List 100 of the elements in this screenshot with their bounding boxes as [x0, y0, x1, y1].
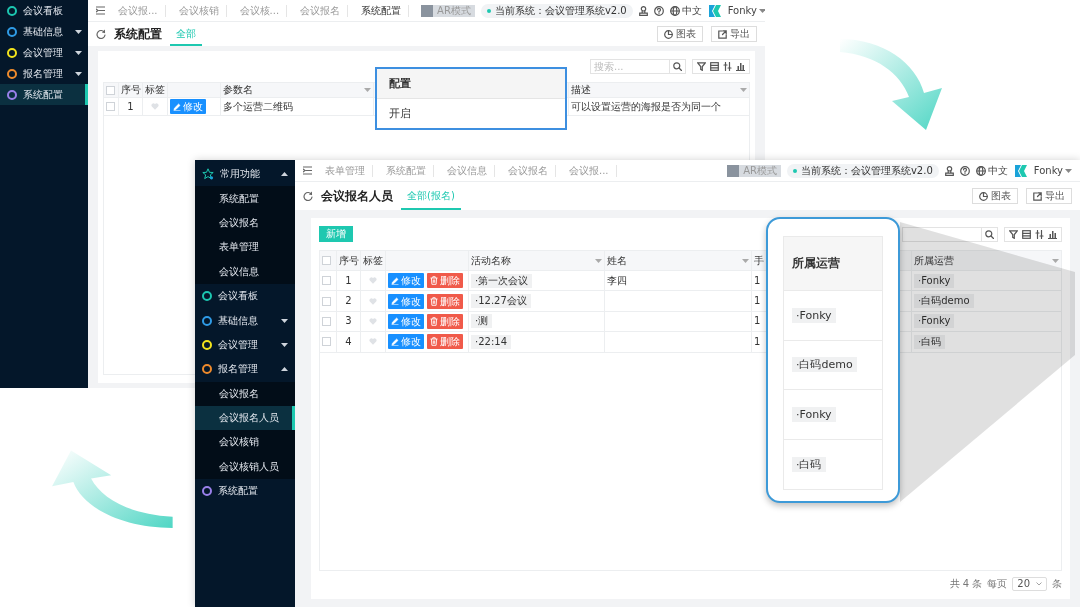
- filter-icon[interactable]: [1009, 229, 1018, 239]
- sidebar-item[interactable]: 系统配置: [195, 186, 295, 211]
- filter-icon[interactable]: [697, 62, 706, 71]
- sidebar-item[interactable]: 会议核销: [195, 430, 295, 455]
- pencil-icon: [391, 337, 399, 346]
- sidebar-item[interactable]: 报名管理: [0, 63, 88, 84]
- sidebar-item[interactable]: 基础信息: [195, 308, 295, 333]
- sidebar-item[interactable]: 会议报名人员: [195, 405, 295, 431]
- table-cell: 多个运营二维码: [223, 100, 293, 113]
- search-field[interactable]: 搜索...: [590, 59, 670, 74]
- sidebar-item[interactable]: 会议管理: [195, 332, 295, 358]
- table-cell: 1: [754, 274, 761, 287]
- pencil-icon: [391, 317, 399, 326]
- export-icon: [718, 29, 727, 39]
- checkbox[interactable]: [322, 296, 331, 306]
- sidebar-item[interactable]: 基础信息: [0, 21, 88, 42]
- page-size-label: 每页: [987, 578, 1008, 590]
- sidebar-item[interactable]: 表单管理: [195, 235, 295, 260]
- table-icon[interactable]: [1022, 229, 1031, 239]
- sliders-icon[interactable]: [723, 62, 732, 71]
- column-header: 活动名称: [471, 254, 511, 267]
- user-menu[interactable]: Fonky: [727, 4, 765, 17]
- export-button[interactable]: 导出: [711, 26, 757, 42]
- logo-icon: [1013, 163, 1028, 178]
- checkbox[interactable]: [322, 276, 331, 286]
- search-icon[interactable]: [673, 62, 682, 71]
- sidebar-item[interactable]: 常用功能: [195, 162, 295, 187]
- sidebar-item[interactable]: 系统配置: [0, 84, 88, 105]
- table-cell: 1: [754, 335, 761, 348]
- checkbox[interactable]: [322, 256, 331, 265]
- refresh-icon[interactable]: [303, 191, 313, 201]
- table-icon[interactable]: [710, 62, 719, 71]
- language-menu[interactable]: 中文: [669, 4, 702, 17]
- table-cell: 3: [345, 315, 352, 328]
- tag-chip: ·22:14: [471, 334, 511, 349]
- column-header: 描述: [571, 84, 591, 96]
- system-label: 当前系统：会议管理系统v2.0: [494, 4, 627, 17]
- menu-icon[interactable]: [96, 6, 105, 15]
- column-header: 手: [754, 254, 764, 267]
- user-icon[interactable]: [944, 165, 954, 176]
- caret-icon: [364, 88, 371, 92]
- language-menu[interactable]: 中文: [975, 164, 1008, 177]
- trash-icon: [430, 276, 438, 286]
- sliders-icon[interactable]: [1035, 229, 1044, 239]
- sidebar-item[interactable]: 会议报名: [195, 381, 295, 406]
- user-menu[interactable]: Fonky: [1033, 164, 1072, 177]
- table-cell: 1: [754, 295, 761, 308]
- unit-label: 条: [1052, 578, 1062, 590]
- tag-chip: ·12.27会议: [471, 294, 531, 309]
- page-size-select[interactable]: 20: [1012, 577, 1047, 591]
- refresh-icon[interactable]: [96, 29, 106, 39]
- pencil-icon: [391, 276, 399, 285]
- chart-button[interactable]: 图表: [657, 26, 703, 42]
- checkbox[interactable]: [106, 85, 115, 95]
- search-field[interactable]: [902, 226, 982, 242]
- sidebar-item[interactable]: 系统配置: [195, 479, 295, 504]
- tag-chip: ·白码demo: [914, 294, 974, 309]
- checkbox[interactable]: [322, 316, 331, 326]
- table-cell: 1: [127, 100, 134, 113]
- caret-icon: [1036, 582, 1042, 586]
- caret-icon: [742, 258, 749, 263]
- chart-button[interactable]: 图表: [972, 188, 1018, 204]
- column-header: 标签: [363, 254, 383, 267]
- column-header: 姓名: [607, 254, 627, 267]
- help-icon[interactable]: [959, 165, 970, 176]
- tag-chip: ·第一次会议: [471, 273, 533, 288]
- sidebar-item[interactable]: 会议信息: [195, 259, 295, 284]
- help-icon[interactable]: [653, 5, 664, 16]
- total-count: 共 4 条: [949, 578, 983, 590]
- pie-chart-icon: [664, 29, 673, 39]
- bar-chart-icon[interactable]: [1048, 229, 1057, 239]
- bar-chart-icon[interactable]: [736, 62, 745, 71]
- sidebar-item[interactable]: 会议管理: [0, 42, 88, 63]
- sidebar-item[interactable]: 会议报名: [195, 210, 295, 236]
- column-header: 所属运营: [914, 254, 954, 267]
- page-title: 会议报名人员: [321, 188, 393, 204]
- export-button[interactable]: 导出: [1026, 188, 1072, 204]
- user-icon[interactable]: [638, 5, 648, 16]
- logo-icon: [707, 3, 722, 18]
- checkbox[interactable]: [106, 102, 115, 111]
- pie-chart-icon: [979, 191, 988, 201]
- search-icon[interactable]: [985, 229, 994, 239]
- open-tab[interactable]: 系统配置: [354, 4, 410, 17]
- table-cell: 1: [754, 315, 761, 328]
- caret-icon: [1065, 168, 1072, 173]
- export-icon: [1033, 191, 1042, 201]
- tag-chip: ·Fonky: [792, 307, 836, 323]
- sidebar-item[interactable]: 会议核销人员: [195, 454, 295, 480]
- sidebar-item[interactable]: 会议看板: [0, 0, 88, 21]
- table-cell: 4: [345, 335, 352, 348]
- checkbox[interactable]: [322, 337, 331, 347]
- menu-icon[interactable]: [303, 166, 312, 175]
- sidebar-item[interactable]: 会议看板: [195, 283, 295, 309]
- tag-chip: ·测: [471, 314, 493, 329]
- table-cell: 1: [345, 274, 352, 287]
- globe-icon: [975, 165, 986, 176]
- caret-icon: [595, 258, 602, 263]
- globe-icon: [669, 5, 680, 16]
- sidebar-item[interactable]: 报名管理: [195, 357, 295, 382]
- trash-icon: [430, 296, 438, 306]
